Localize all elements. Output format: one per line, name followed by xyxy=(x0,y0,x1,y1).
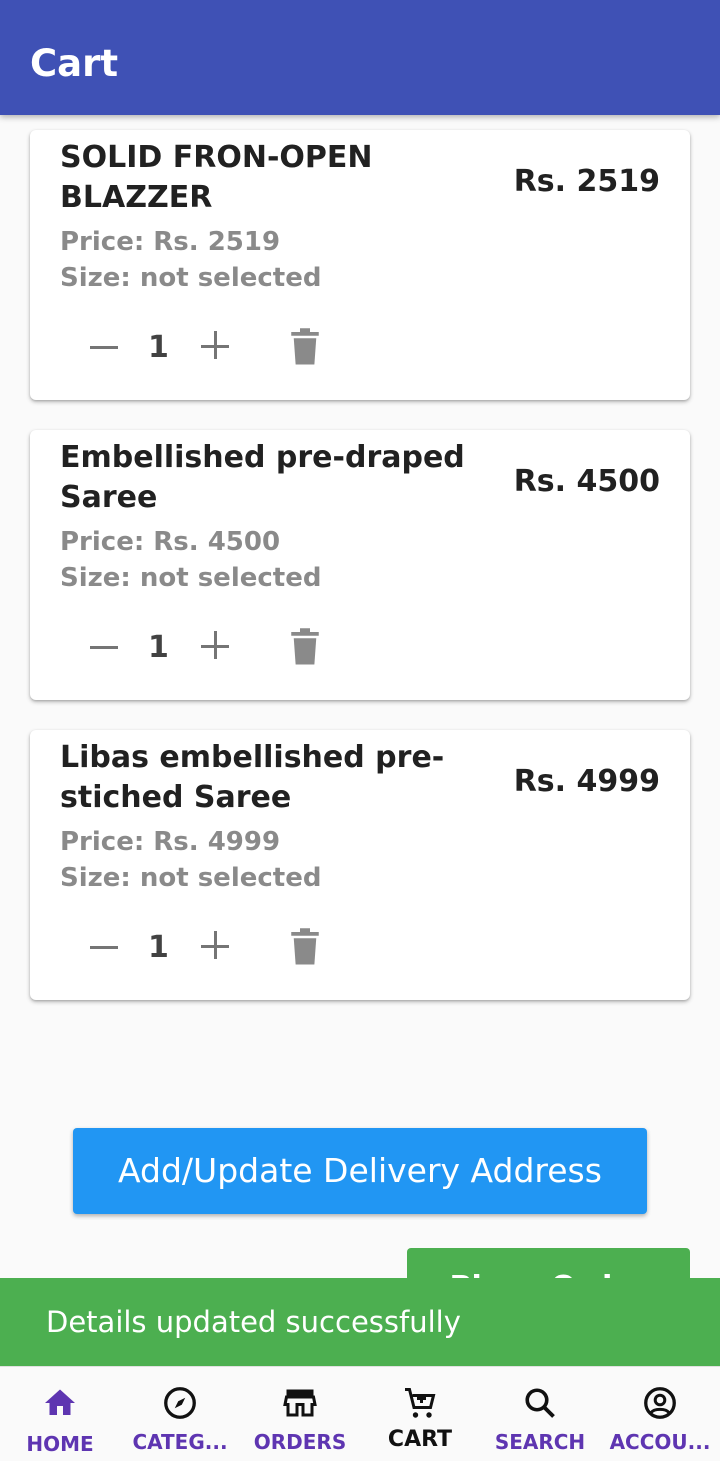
product-name: SOLID FRON-OPEN BLAZZER xyxy=(60,140,373,215)
account-circle-icon xyxy=(644,1387,676,1419)
delete-icon[interactable] xyxy=(290,928,320,966)
product-name: Libas embellished pre-stiched Saree xyxy=(60,740,445,815)
decrease-quantity-button[interactable] xyxy=(88,326,122,366)
search-icon xyxy=(525,1388,555,1418)
size-label: Size: not selected xyxy=(60,263,322,293)
nav-label: CATEG... xyxy=(132,1430,228,1454)
bottom-navigation: HOME CATEG... ORDERS CART SEARCH ACCOU..… xyxy=(0,1366,720,1461)
nav-label: ACCOU... xyxy=(609,1430,711,1454)
nav-item-cart[interactable]: CART xyxy=(360,1367,480,1461)
nav-label: ORDERS xyxy=(253,1430,347,1454)
product-name: Embellished pre-draped Saree xyxy=(60,440,465,515)
increase-quantity-button[interactable] xyxy=(200,928,232,966)
compass-icon xyxy=(164,1387,196,1419)
unit-price: Price: Rs. 4999 xyxy=(60,827,281,857)
increase-quantity-button[interactable] xyxy=(200,628,232,666)
decrease-quantity-button[interactable] xyxy=(88,926,122,966)
quantity-value: 1 xyxy=(148,630,169,665)
item-total: Rs. 2519 xyxy=(513,164,660,199)
delete-icon[interactable] xyxy=(290,328,320,366)
snackbar: Details updated successfully xyxy=(0,1278,720,1366)
size-label: Size: not selected xyxy=(60,863,322,893)
page-title: Cart xyxy=(30,42,119,85)
delete-icon[interactable] xyxy=(290,628,320,666)
cart-icon xyxy=(405,1388,436,1418)
nav-item-account[interactable]: ACCOU... xyxy=(600,1367,720,1461)
nav-label: HOME xyxy=(26,1432,94,1456)
nav-item-orders[interactable]: ORDERS xyxy=(240,1367,360,1461)
nav-item-categories[interactable]: CATEG... xyxy=(120,1367,240,1461)
nav-item-home[interactable]: HOME xyxy=(0,1367,120,1461)
cart-item-card: SOLID FRON-OPEN BLAZZER Rs. 2519 Price: … xyxy=(30,130,690,400)
app-bar: Cart xyxy=(0,0,720,115)
nav-label: SEARCH xyxy=(494,1430,586,1454)
quantity-value: 1 xyxy=(148,330,169,365)
quantity-value: 1 xyxy=(148,930,169,965)
unit-price: Price: Rs. 4500 xyxy=(60,527,281,557)
cart-item-card: Embellished pre-draped Saree Rs. 4500 Pr… xyxy=(30,430,690,700)
nav-item-search[interactable]: SEARCH xyxy=(480,1367,600,1461)
item-total: Rs. 4999 xyxy=(513,764,660,799)
item-total: Rs. 4500 xyxy=(513,464,660,499)
add-update-address-button[interactable]: Add/Update Delivery Address xyxy=(73,1128,647,1214)
increase-quantity-button[interactable] xyxy=(200,328,232,366)
nav-label: CART xyxy=(387,1427,453,1452)
snackbar-message: Details updated successfully xyxy=(46,1305,461,1339)
size-label: Size: not selected xyxy=(60,563,322,593)
store-icon xyxy=(283,1389,317,1417)
cart-item-card: Libas embellished pre-stiched Saree Rs. … xyxy=(30,730,690,1000)
home-icon xyxy=(45,1389,75,1415)
decrease-quantity-button[interactable] xyxy=(88,626,122,666)
unit-price: Price: Rs. 2519 xyxy=(60,227,281,257)
